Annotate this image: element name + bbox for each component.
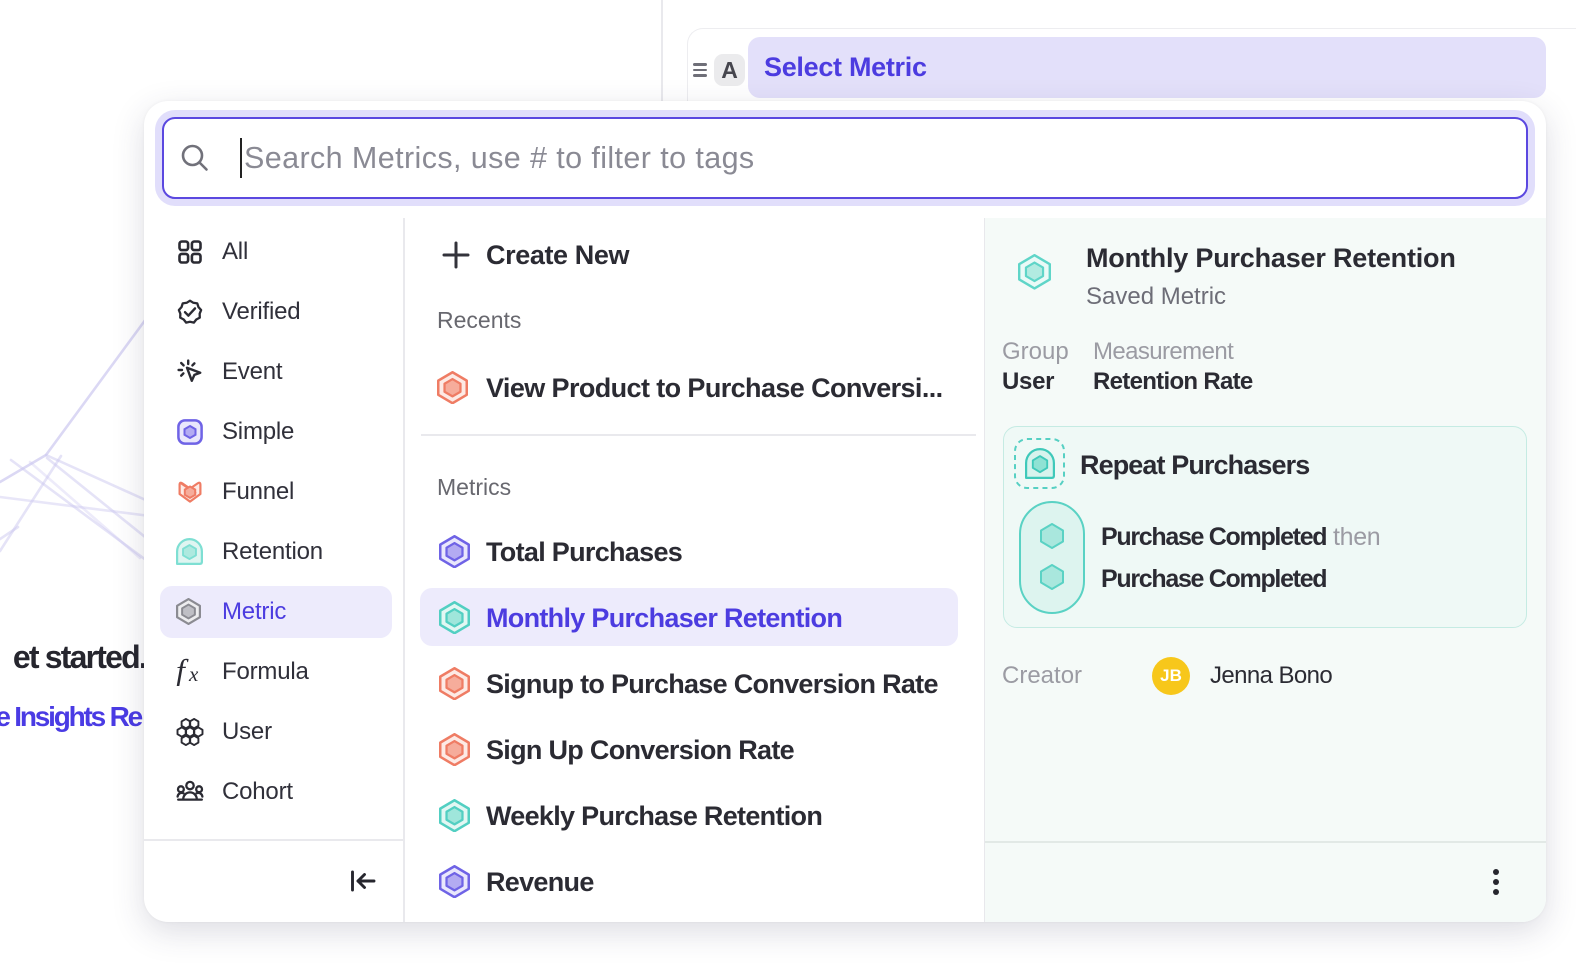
svg-text:x: x (188, 662, 199, 686)
svg-text:f: f (176, 658, 189, 686)
